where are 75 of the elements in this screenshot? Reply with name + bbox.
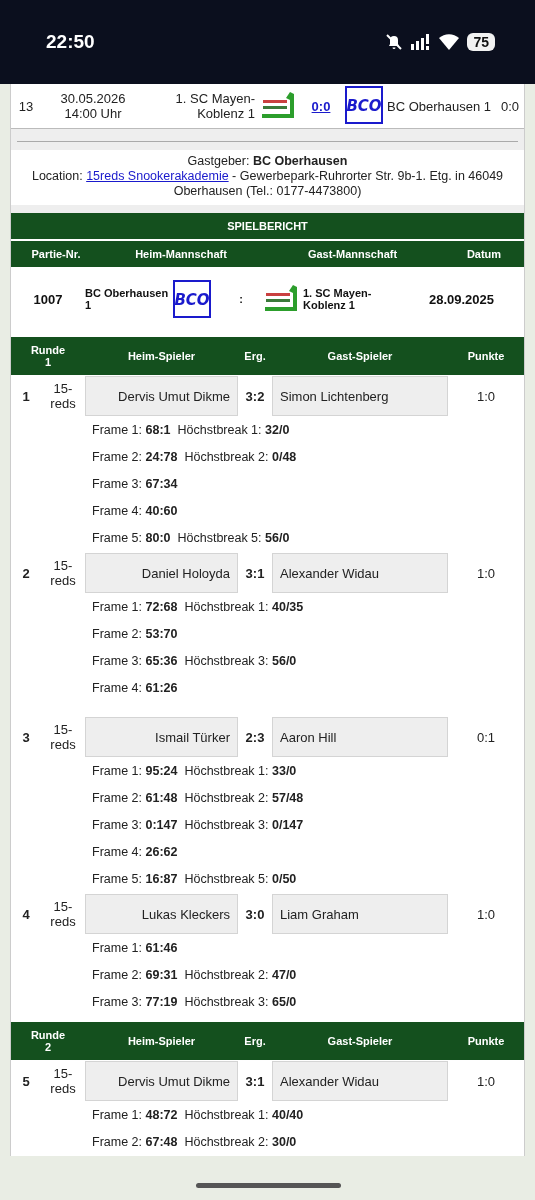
- frame-result: Frame 5: 16:87 Höchstbreak 5: 0/50: [92, 871, 298, 888]
- guest-player: Aaron Hill: [272, 717, 448, 757]
- match-date: 30.05.2026 14:00 Uhr: [59, 91, 127, 121]
- frame-result: Frame 3: 0:147 Höchstbreak 3: 0/147: [92, 817, 305, 834]
- frame-result: Frame 4: 61:26: [92, 680, 179, 697]
- club-logo: [263, 283, 299, 313]
- frame-result: Frame 4: 40:60: [92, 503, 179, 520]
- frame-result: Frame 3: 67:34: [92, 476, 179, 493]
- partie-number: 1007: [32, 291, 64, 307]
- game-points: 1:0: [475, 388, 497, 404]
- match-number: 13: [17, 98, 35, 114]
- separator: :: [238, 293, 244, 305]
- frame-result: Frame 2: 67:48 Höchstbreak 2: 30/0: [92, 1134, 298, 1151]
- location-link[interactable]: 15reds Snookerakademie: [86, 169, 229, 183]
- mute-icon: [385, 33, 404, 51]
- frame-result: Frame 2: 61:48 Höchstbreak 2: 57/48: [92, 790, 305, 807]
- match-date: 28.09.2025: [427, 291, 496, 307]
- guest-player: Alexander Widau: [272, 553, 448, 593]
- guest-player: Simon Lichtenberg: [272, 376, 448, 416]
- frame-result: Frame 1: 61:46: [92, 940, 179, 957]
- report-header: Partie-Nr. Heim-Mannschaft Gast-Mannschaft Datum: [11, 241, 524, 267]
- guest-player: Alexander Widau: [272, 1061, 448, 1101]
- club-logo: [260, 89, 296, 120]
- game-number: 5: [21, 1073, 31, 1089]
- game-points: 1:0: [475, 565, 497, 581]
- frame-result: Frame 3: 65:36 Höchstbreak 3: 56/0: [92, 653, 298, 670]
- round-header: Runde 1 Heim-Spieler Erg. Gast-Spieler Punkte: [11, 337, 524, 375]
- guest-player: Liam Graham: [272, 894, 448, 934]
- home-indicator[interactable]: [196, 1183, 341, 1188]
- game-format: 15-reds: [50, 1066, 76, 1096]
- game-points: 0:1: [475, 729, 497, 745]
- match-points: 0:0: [499, 98, 521, 114]
- guest-team: BC Oberhausen 1: [387, 98, 493, 114]
- game-format: 15-reds: [50, 722, 76, 752]
- game-points: 1:0: [475, 906, 497, 922]
- clock: 22:50: [46, 31, 95, 53]
- game-result: 3:1: [244, 1073, 266, 1089]
- game-result: 2:3: [244, 729, 266, 745]
- round-header: Runde 2 Heim-Spieler Erg. Gast-Spieler Punkte: [11, 1022, 524, 1060]
- game-number: 2: [21, 565, 31, 581]
- frame-result: Frame 3: 77:19 Höchstbreak 3: 65/0: [92, 994, 298, 1011]
- frame-result: Frame 1: 72:68 Höchstbreak 1: 40/35: [92, 599, 305, 616]
- game-points: 1:0: [475, 1073, 497, 1089]
- guest-team: 1. SC Mayen-Koblenz 1: [303, 287, 373, 311]
- home-team: BC Oberhausen 1: [85, 287, 170, 311]
- frame-result: Frame 2: 24:78 Höchstbreak 2: 0/48: [92, 449, 298, 466]
- frame-result: Frame 5: 80:0 Höchstbreak 5: 56/0: [92, 530, 291, 547]
- frame-result: Frame 1: 68:1 Höchstbreak 1: 32/0: [92, 422, 291, 439]
- home-player: Lukas Kleckers: [85, 894, 238, 934]
- home-player: Dervis Umut Dikme: [85, 1061, 238, 1101]
- signal-icon: [411, 34, 432, 50]
- game-number: 4: [21, 906, 31, 922]
- frame-result: Frame 4: 26:62: [92, 844, 179, 861]
- game-result: 3:1: [244, 565, 266, 581]
- game-number: 3: [21, 729, 31, 745]
- frame-result: Frame 1: 95:24 Höchstbreak 1: 33/0: [92, 763, 298, 780]
- home-team: 1. SC Mayen-Koblenz 1: [174, 91, 255, 121]
- home-player: Ismail Türker: [85, 717, 238, 757]
- game-format: 15-reds: [50, 558, 76, 588]
- game-result: 3:2: [244, 388, 266, 404]
- game-format: 15-reds: [50, 381, 76, 411]
- game-format: 15-reds: [50, 899, 76, 929]
- wifi-icon: [439, 34, 460, 50]
- game-result: 3:0: [244, 906, 266, 922]
- club-logo: BCO: [173, 280, 211, 318]
- battery-icon: 75: [467, 33, 495, 51]
- club-logo: BCO: [345, 85, 383, 124]
- game-number: 1: [21, 388, 31, 404]
- score-link[interactable]: 0:0: [311, 98, 331, 114]
- home-player: Daniel Holoyda: [85, 553, 238, 593]
- report-title: SPIELBERICHT: [11, 213, 524, 239]
- frame-result: Frame 2: 53:70: [92, 626, 179, 643]
- frame-result: Frame 2: 69:31 Höchstbreak 2: 47/0: [92, 967, 298, 984]
- frame-result: Frame 1: 48:72 Höchstbreak 1: 40/40: [92, 1107, 305, 1124]
- home-player: Dervis Umut Dikme: [85, 376, 238, 416]
